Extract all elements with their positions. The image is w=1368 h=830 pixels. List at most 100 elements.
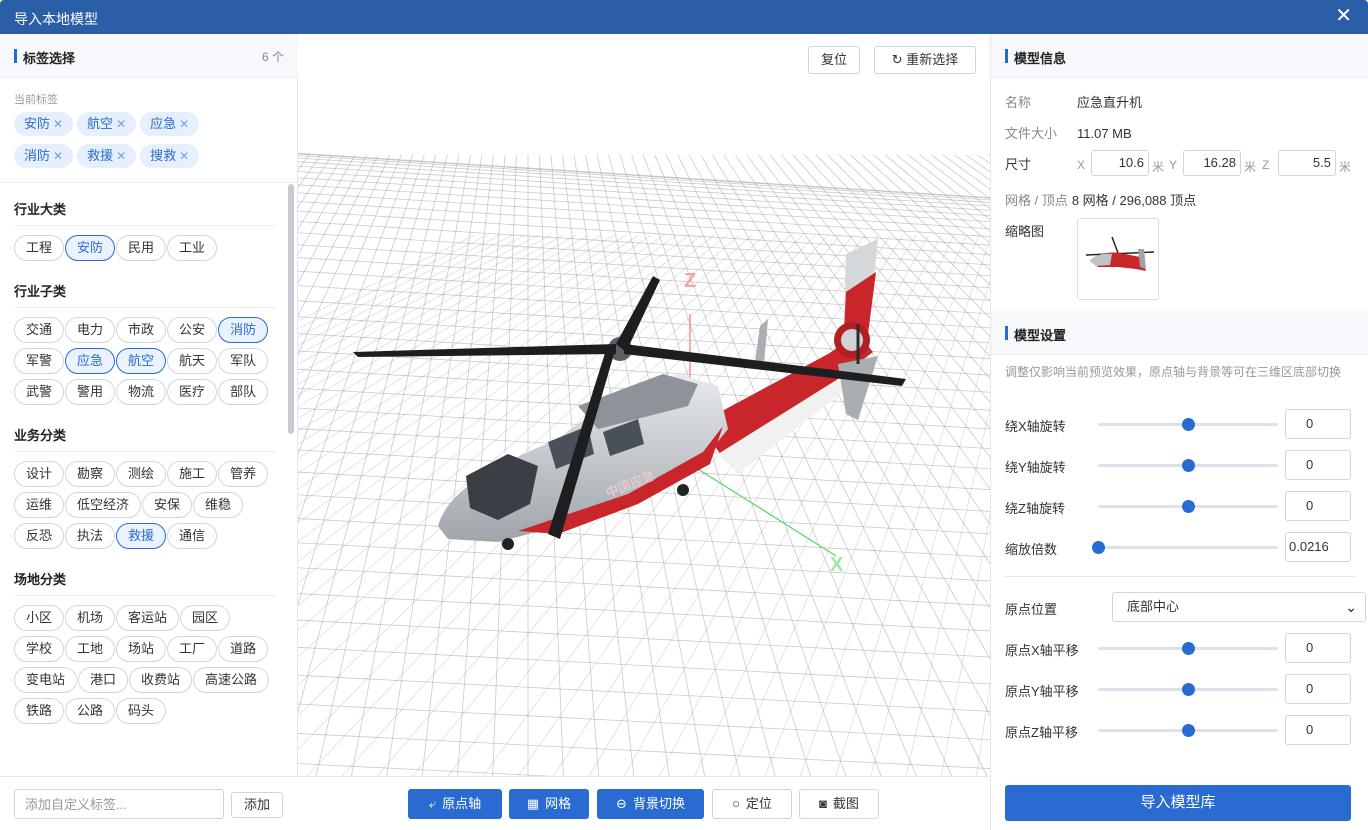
model-settings-title: 模型设置	[1005, 325, 1066, 344]
setting-label: 绕X轴旋转	[1005, 419, 1066, 434]
remove-tag-icon[interactable]: ✕	[116, 117, 126, 131]
grid-button[interactable]: ▦ 网格	[509, 789, 589, 819]
dim-y-input[interactable]: 16.28	[1183, 150, 1241, 176]
tag-chip[interactable]: 反恐	[14, 523, 65, 549]
tag-chip[interactable]: 航天	[167, 348, 218, 374]
tag-chip[interactable]: 公路	[65, 698, 116, 724]
tag-chip[interactable]: 设计	[14, 461, 65, 487]
viewport-toolbar: ⤶ 原点轴 ▦ 网格 ⊖ 背景切换 ○ 定位 ◙ 截图	[298, 776, 990, 830]
dims-key: 尺寸	[1005, 157, 1032, 172]
setting-slider-handle[interactable]	[1092, 541, 1105, 554]
import-to-library-button[interactable]: 导入模型库	[1005, 785, 1351, 821]
origin-offset-value-input[interactable]: 0	[1285, 633, 1351, 663]
setting-value-input[interactable]: 0	[1285, 491, 1351, 521]
tag-chip[interactable]: 勘察	[65, 461, 116, 487]
origin-position-select[interactable]: 底部中心 ⌄	[1112, 592, 1366, 622]
tag-chip[interactable]: 民用	[116, 235, 167, 261]
tag-chip[interactable]: 管养	[218, 461, 269, 487]
reselect-button[interactable]: ↻ 重新选择	[874, 46, 976, 74]
tag-chip[interactable]: 小区	[14, 605, 65, 631]
tag-chip[interactable]: 维稳	[193, 492, 244, 518]
tag-chip[interactable]: 航空	[116, 348, 167, 374]
tag-chip[interactable]: 安保	[142, 492, 193, 518]
tag-chip[interactable]: 工程	[14, 235, 65, 261]
remove-tag-icon[interactable]: ✕	[179, 117, 189, 131]
setting-slider-handle[interactable]	[1182, 500, 1195, 513]
tag-chip[interactable]: 低空经济	[65, 492, 142, 518]
setting-value-input[interactable]: 0	[1285, 409, 1351, 439]
tag-chip[interactable]: 铁路	[14, 698, 65, 724]
tag-chip[interactable]: 港口	[78, 667, 129, 693]
tag-chip[interactable]: 交通	[14, 317, 65, 343]
remove-tag-icon[interactable]: ✕	[53, 149, 63, 163]
name-row: 名称 应急直升机	[1005, 92, 1142, 111]
setting-value-input[interactable]: 0	[1285, 450, 1351, 480]
3d-viewport[interactable]: Z Y X 中国应急	[298, 34, 990, 776]
properties-panel: 模型信息 名称 应急直升机 文件大小 11.07 MB 尺寸 X 10.6 米 Y …	[990, 34, 1368, 830]
setting-slider-handle[interactable]	[1182, 418, 1195, 431]
scrollbar[interactable]	[288, 184, 294, 434]
setting-slider-handle[interactable]	[1182, 459, 1195, 472]
add-tag-button[interactable]: 添加	[231, 792, 283, 818]
tag-chip[interactable]: 电力	[65, 317, 116, 343]
3d-scene[interactable]: Z Y X 中国应急	[298, 34, 990, 776]
tag-chip[interactable]: 武警	[14, 379, 65, 405]
tag-chip[interactable]: 工厂	[167, 636, 218, 662]
tag-chip[interactable]: 执法	[65, 523, 116, 549]
tag-chip[interactable]: 客运站	[116, 605, 180, 631]
setting-slider[interactable]	[1098, 546, 1278, 549]
origin-axis-button[interactable]: ⤶ 原点轴	[408, 789, 502, 819]
tag-chip[interactable]: 医疗	[167, 379, 218, 405]
background-switch-label: 背景切换	[632, 796, 685, 811]
tag-chip[interactable]: 市政	[116, 317, 167, 343]
close-icon[interactable]: ✕	[1335, 5, 1352, 27]
tag-chip[interactable]: 场站	[116, 636, 167, 662]
custom-tag-input[interactable]	[14, 789, 224, 819]
origin-offset-slider-handle[interactable]	[1182, 683, 1195, 696]
origin-offset-row: 原点Z轴平移 0	[1005, 715, 1355, 745]
background-switch-button[interactable]: ⊖ 背景切换	[597, 789, 704, 819]
tag-chip[interactable]: 园区	[180, 605, 231, 631]
tag-chip[interactable]: 测绘	[116, 461, 167, 487]
tag-chip[interactable]: 学校	[14, 636, 65, 662]
tag-chip[interactable]: 施工	[167, 461, 218, 487]
origin-offset-slider-handle[interactable]	[1182, 724, 1195, 737]
setting-value-input[interactable]: 0.0216	[1285, 532, 1351, 562]
origin-offset-slider-handle[interactable]	[1182, 642, 1195, 655]
screenshot-button[interactable]: ◙ 截图	[799, 789, 879, 819]
remove-tag-icon[interactable]: ✕	[116, 149, 126, 163]
grid-icon: ▦	[526, 796, 540, 811]
tag-chip[interactable]: 军队	[218, 348, 269, 374]
origin-offset-row: 原点Y轴平移 0	[1005, 674, 1355, 704]
tag-chip[interactable]: 应急	[65, 348, 116, 374]
tag-chip[interactable]: 物流	[116, 379, 167, 405]
tag-chip[interactable]: 高速公路	[193, 667, 270, 693]
tag-chip[interactable]: 机场	[65, 605, 116, 631]
tag-chip[interactable]: 救援	[116, 523, 167, 549]
reset-button[interactable]: 复位	[808, 46, 860, 74]
tag-chip[interactable]: 变电站	[14, 667, 78, 693]
tag-chip[interactable]: 工地	[65, 636, 116, 662]
tag-chip[interactable]: 运维	[14, 492, 65, 518]
dim-x-input[interactable]: 10.6	[1091, 150, 1149, 176]
origin-offset-value-input[interactable]: 0	[1285, 674, 1351, 704]
tag-chip[interactable]: 警用	[65, 379, 116, 405]
tag-chip[interactable]: 码头	[116, 698, 167, 724]
tag-chip[interactable]: 通信	[167, 523, 218, 549]
tag-chip[interactable]: 工业	[167, 235, 218, 261]
tags-panel-title: 标签选择	[14, 48, 75, 67]
locate-button[interactable]: ○ 定位	[712, 789, 792, 819]
tag-chip[interactable]: 消防	[218, 317, 269, 343]
origin-axis-label: 原点轴	[442, 796, 482, 811]
tag-chip[interactable]: 公安	[167, 317, 218, 343]
tag-chip[interactable]: 安防	[65, 235, 116, 261]
tag-chip[interactable]: 部队	[218, 379, 269, 405]
tag-chip[interactable]: 收费站	[129, 667, 193, 693]
dim-z-input[interactable]: 5.5	[1278, 150, 1336, 176]
remove-tag-icon[interactable]: ✕	[179, 149, 189, 163]
tag-chip[interactable]: 军警	[14, 348, 65, 374]
origin-offset-value-input[interactable]: 0	[1285, 715, 1351, 745]
helicopter-model[interactable]: 中国应急	[353, 239, 906, 550]
tag-chip[interactable]: 道路	[218, 636, 269, 662]
remove-tag-icon[interactable]: ✕	[53, 117, 63, 131]
